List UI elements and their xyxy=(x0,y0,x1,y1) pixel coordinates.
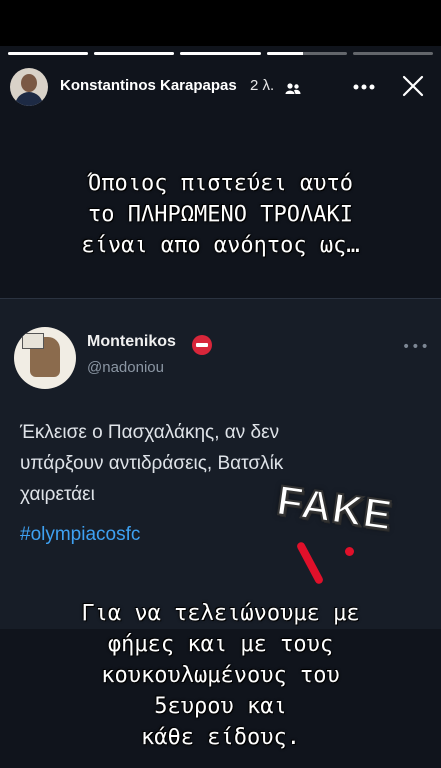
author-name[interactable]: Konstantinos Karapapas xyxy=(60,77,237,94)
red-exclamation-dot xyxy=(345,547,354,556)
close-icon[interactable] xyxy=(402,75,424,97)
avatar-body xyxy=(15,92,43,106)
caption-line: κάθε είδους. xyxy=(141,725,300,750)
progress-segment xyxy=(352,52,434,55)
tweet-text-line: Έκλεισε ο Πασχαλάκης, αν δεν xyxy=(20,422,280,443)
author-avatar[interactable] xyxy=(10,68,48,106)
story-caption-bottom: Για να τελειώνουμε με φήμες και με τους … xyxy=(14,598,427,753)
avatar-head xyxy=(21,74,37,92)
caption-line: φήμες και με τους xyxy=(107,632,334,657)
caption-line: Όποιος πιστεύει αυτό xyxy=(88,171,353,196)
story-header: Konstantinos Karapapas 2 λ. xyxy=(0,64,441,110)
progress-segment xyxy=(266,52,347,55)
caption-line: είναι απο ανόητος ως… xyxy=(81,233,360,258)
story-progress-bar xyxy=(8,52,434,55)
caption-line: κουκουλωμένους του xyxy=(101,663,340,688)
progress-segment xyxy=(180,52,261,55)
tweet-author-name: Montenikos xyxy=(87,333,176,350)
caption-line: Για να τελειώνουμε με xyxy=(81,601,360,626)
no-entry-icon xyxy=(192,335,212,355)
embedded-tweet[interactable]: Montenikos @nadoniou ••• Έκλεισε ο Πασχα… xyxy=(0,298,441,629)
avatar-sign xyxy=(22,333,44,349)
tweet-hashtag: #olympiacosfc xyxy=(20,524,141,545)
progress-segment xyxy=(94,52,175,55)
post-time: 2 λ. xyxy=(250,77,275,94)
tweet-author-handle: @nadoniou xyxy=(87,359,164,376)
progress-fill xyxy=(266,52,303,55)
status-bar-area xyxy=(0,0,441,46)
tweet-more-icon: ••• xyxy=(402,339,430,355)
tweet-avatar xyxy=(14,327,76,389)
progress-fill xyxy=(180,52,261,55)
story-caption-top: Όποιος πιστεύει αυτό το ΠΛΗΡΩΜΕΝΟ ΤΡΟΛΑΚ… xyxy=(20,168,421,261)
more-icon[interactable] xyxy=(350,77,378,97)
caption-line: το ΠΛΗΡΩΜΕΝΟ ΤΡΟΛΑΚΙ xyxy=(88,202,353,227)
caption-line: 5ευρου και xyxy=(154,694,287,719)
progress-segment xyxy=(8,52,89,55)
tweet-text-line: υπάρξουν αντιδράσεις, Βατσλίκ xyxy=(20,453,284,474)
group-icon xyxy=(285,80,301,99)
progress-fill xyxy=(8,52,89,55)
progress-fill xyxy=(94,52,175,55)
